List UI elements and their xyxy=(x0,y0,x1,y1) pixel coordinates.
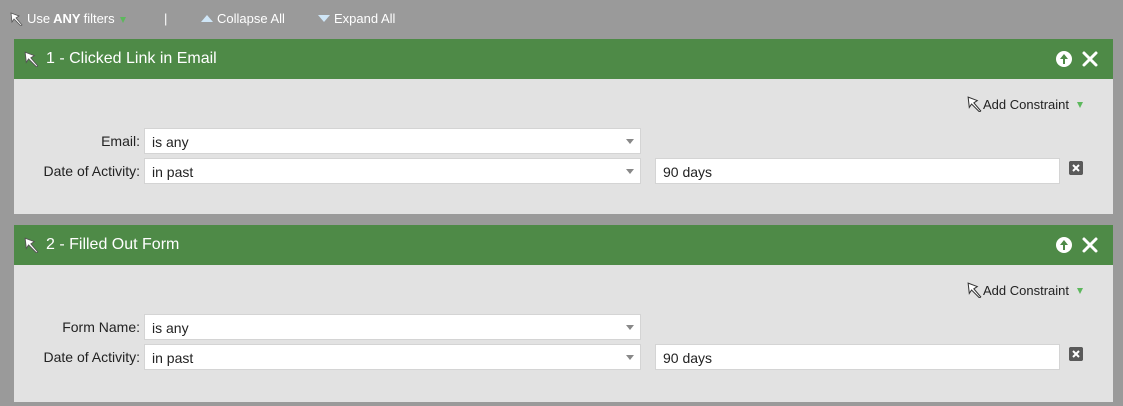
expand-all-button[interactable]: Expand All xyxy=(318,11,395,26)
value-text: 90 days xyxy=(663,350,713,366)
value-input[interactable]: 90 days xyxy=(655,344,1060,370)
chevron-down-icon xyxy=(1077,288,1083,294)
value-text: 90 days xyxy=(663,164,713,180)
expand-all-label: Expand All xyxy=(334,11,396,26)
add-constraint-label: Add Constraint xyxy=(983,282,1069,298)
triangle-down-icon xyxy=(318,15,330,22)
chevron-down-icon xyxy=(626,139,634,144)
add-constraint-label: Add Constraint xyxy=(983,96,1069,112)
chevron-down-icon xyxy=(626,169,634,174)
operator-select[interactable]: in past xyxy=(144,158,641,184)
row-label: Email: xyxy=(101,133,140,149)
filter-title: 2 - Filled Out Form xyxy=(46,236,180,253)
move-up-icon[interactable] xyxy=(1055,50,1073,68)
row-label: Date of Activity: xyxy=(43,349,140,365)
filter-header[interactable]: 2 - Filled Out Form xyxy=(14,225,1113,265)
delete-row-icon[interactable] xyxy=(1069,347,1083,361)
use-any-filters-dropdown[interactable]: Use ANY filters xyxy=(10,11,126,26)
delete-row-icon[interactable] xyxy=(1069,161,1083,175)
add-constraint-button[interactable]: Add Constraint xyxy=(967,282,1083,298)
wrench-icon xyxy=(24,237,39,253)
use-mode: ANY xyxy=(53,11,81,26)
operator-value: in past xyxy=(152,350,194,366)
filter-header[interactable]: 1 - Clicked Link in Email xyxy=(14,39,1113,79)
operator-select[interactable]: is any xyxy=(144,314,641,340)
use-prefix: Use xyxy=(27,11,51,26)
value-input[interactable]: 90 days xyxy=(655,158,1060,184)
row-label: Form Name: xyxy=(62,319,140,335)
close-icon[interactable] xyxy=(1081,236,1099,254)
triangle-up-icon xyxy=(201,15,213,22)
filter-toolbar: Use ANY filters | Collapse All Expand Al… xyxy=(0,0,1123,39)
toolbar-separator: | xyxy=(164,11,168,26)
filter-title: 1 - Clicked Link in Email xyxy=(46,50,217,67)
operator-select[interactable]: is any xyxy=(144,128,641,154)
wrench-icon xyxy=(967,96,982,112)
chevron-down-icon xyxy=(626,355,634,360)
filter-panel-1: 1 - Clicked Link in Email Add Constraint… xyxy=(14,39,1113,214)
operator-value: in past xyxy=(152,164,194,180)
wrench-icon xyxy=(967,282,982,298)
operator-value: is any xyxy=(152,134,189,150)
close-icon[interactable] xyxy=(1081,50,1099,68)
chevron-down-icon xyxy=(626,325,634,330)
add-constraint-button[interactable]: Add Constraint xyxy=(967,96,1083,112)
collapse-all-button[interactable]: Collapse All xyxy=(201,11,285,26)
chevron-down-icon xyxy=(119,16,126,23)
chevron-down-icon xyxy=(1077,102,1083,108)
collapse-all-label: Collapse All xyxy=(217,11,285,26)
wrench-icon xyxy=(10,11,23,26)
use-suffix: filters xyxy=(83,11,115,26)
operator-value: is any xyxy=(152,320,189,336)
filter-panel-2: 2 - Filled Out Form Add Constraint Form … xyxy=(14,225,1113,402)
move-up-icon[interactable] xyxy=(1055,236,1073,254)
row-label: Date of Activity: xyxy=(43,163,140,179)
operator-select[interactable]: in past xyxy=(144,344,641,370)
wrench-icon xyxy=(24,51,39,67)
